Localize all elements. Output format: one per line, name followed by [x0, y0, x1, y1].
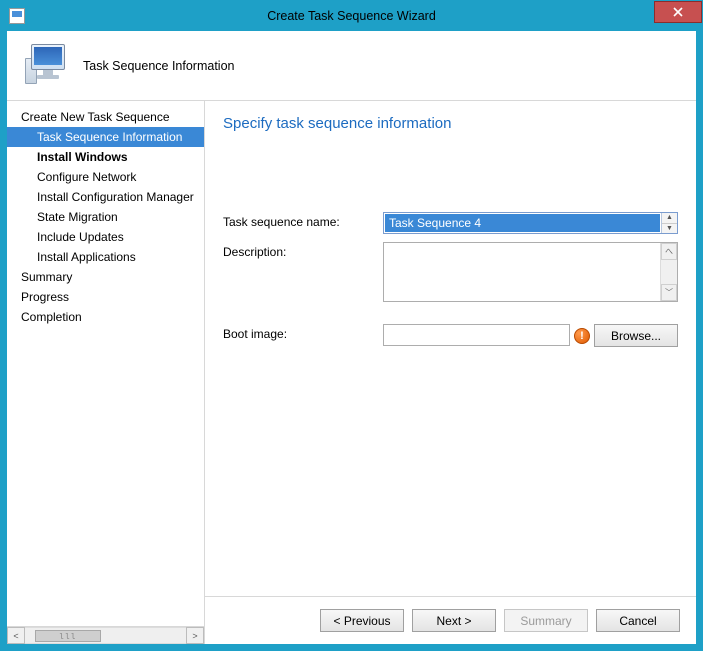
nav-horizontal-scrollbar[interactable]: < > [7, 626, 204, 644]
wizard-content: Specify task sequence information Task s… [205, 101, 696, 644]
nav-item-task-sequence-information[interactable]: Task Sequence Information [7, 127, 204, 147]
description-scroll-track[interactable] [661, 260, 677, 284]
boot-image-row: Boot image: ! Browse... [223, 324, 678, 347]
task-sequence-name-row: Task sequence name: Task Sequence 4 ▲ ▼ [223, 212, 678, 234]
previous-button[interactable]: < Previous [320, 609, 404, 632]
nav-item-completion[interactable]: Completion [7, 307, 204, 327]
task-sequence-name-label: Task sequence name: [223, 212, 383, 229]
boot-image-input[interactable] [383, 324, 570, 346]
next-button[interactable]: Next > [412, 609, 496, 632]
task-sequence-name-input[interactable]: Task Sequence 4 ▲ ▼ [383, 212, 678, 234]
nav-item-configure-network[interactable]: Configure Network [7, 167, 204, 187]
description-row: Description: へ ﹀ [223, 242, 678, 302]
wizard-nav: Create New Task SequenceTask Sequence In… [7, 101, 205, 644]
close-icon [673, 7, 683, 17]
scroll-down-icon[interactable]: ﹀ [661, 284, 677, 301]
wizard-header: Task Sequence Information [7, 31, 696, 101]
spinner-down-icon[interactable]: ▼ [662, 224, 677, 234]
scroll-right-button[interactable]: > [186, 627, 204, 644]
computer-icon [25, 44, 69, 88]
spinner-up-icon[interactable]: ▲ [662, 213, 677, 224]
wizard-nav-list: Create New Task SequenceTask Sequence In… [7, 101, 204, 626]
scroll-track[interactable] [25, 627, 186, 644]
task-sequence-name-value[interactable]: Task Sequence 4 [385, 214, 660, 232]
description-label: Description: [223, 242, 383, 259]
scroll-up-icon[interactable]: へ [661, 243, 677, 260]
nav-item-include-updates[interactable]: Include Updates [7, 227, 204, 247]
error-icon: ! [574, 328, 590, 344]
nav-item-progress[interactable]: Progress [7, 287, 204, 307]
boot-image-label: Boot image: [223, 324, 383, 341]
window-client-area: Task Sequence Information Create New Tas… [1, 31, 702, 650]
window-title: Create Task Sequence Wizard [1, 9, 702, 23]
wizard-footer: < Previous Next > Summary Cancel [205, 596, 696, 644]
wizard-body: Create New Task SequenceTask Sequence In… [7, 101, 696, 644]
content-heading: Specify task sequence information [223, 115, 678, 132]
wizard-window: Create Task Sequence Wizard Task Sequenc… [0, 0, 703, 651]
app-icon [9, 8, 25, 24]
description-input-wrap: へ ﹀ [383, 242, 678, 302]
scroll-left-button[interactable]: < [7, 627, 25, 644]
scroll-thumb[interactable] [35, 630, 101, 642]
content-body: Specify task sequence information Task s… [205, 101, 696, 596]
nav-item-summary[interactable]: Summary [7, 267, 204, 287]
browse-button[interactable]: Browse... [594, 324, 678, 347]
spinner-buttons: ▲ ▼ [661, 213, 677, 233]
wizard-step-title: Task Sequence Information [83, 59, 234, 73]
titlebar: Create Task Sequence Wizard [1, 1, 702, 31]
nav-item-create-new-task-sequence[interactable]: Create New Task Sequence [7, 107, 204, 127]
close-button[interactable] [654, 1, 702, 23]
nav-item-install-applications[interactable]: Install Applications [7, 247, 204, 267]
cancel-button[interactable]: Cancel [596, 609, 680, 632]
summary-button: Summary [504, 609, 588, 632]
nav-item-state-migration[interactable]: State Migration [7, 207, 204, 227]
description-input[interactable] [384, 243, 660, 301]
description-scrollbar[interactable]: へ ﹀ [660, 243, 677, 301]
nav-item-install-configuration-manager[interactable]: Install Configuration Manager [7, 187, 204, 207]
nav-item-install-windows[interactable]: Install Windows [7, 147, 204, 167]
